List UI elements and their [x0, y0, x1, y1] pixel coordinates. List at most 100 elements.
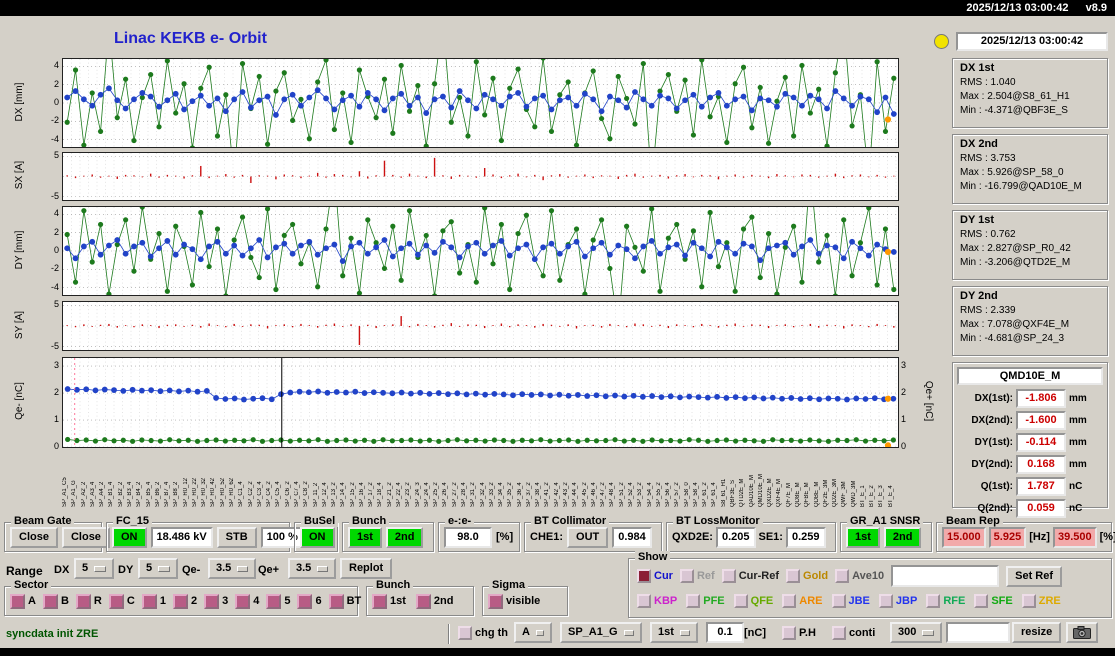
replot-button[interactable]: Replot	[340, 558, 393, 579]
ref-file-input[interactable]	[891, 565, 1000, 587]
bpm-label: SP_C3_4	[256, 481, 263, 507]
show-checkbox-ave10[interactable]: Ave10	[835, 569, 884, 583]
show-checkbox-qfe[interactable]: QFE	[733, 594, 774, 608]
sector-toggle-a[interactable]: A	[10, 593, 36, 609]
show-checkbox-sfe[interactable]: SFE	[974, 594, 1013, 608]
se1-label: SE1:	[758, 531, 783, 543]
show-checkbox-gold[interactable]: Gold	[786, 569, 828, 583]
sector-toggle-c[interactable]: C	[108, 593, 135, 609]
show-checkbox-cur-ref[interactable]: Cur-Ref	[721, 569, 779, 583]
chg-th-checkbox[interactable]: chg th	[458, 626, 508, 640]
interval-select[interactable]: 300	[890, 622, 942, 643]
row-value: 0.059	[1016, 499, 1066, 518]
set-ref-button[interactable]: Set Ref	[1006, 565, 1063, 587]
bunch-1st-button[interactable]: 1st	[348, 526, 382, 548]
range-dx-select[interactable]: 5	[74, 558, 114, 579]
sector-toggle-b[interactable]: B	[42, 593, 69, 609]
checkbox-indicator	[721, 569, 736, 583]
bunch-select[interactable]: 1st	[650, 622, 698, 643]
bpm-label: SP_17_2	[368, 482, 375, 507]
bpm-label: SP_33_2	[488, 482, 495, 507]
toggle-indicator	[415, 593, 431, 609]
sy-steering-chart: 5 -5	[51, 299, 899, 351]
dy-plot	[63, 207, 898, 295]
beam-rep-group: Beam Rep 15.000 5.925 [Hz] 39.500 [%]	[936, 515, 1115, 552]
row-unit: mm	[1069, 459, 1087, 470]
sector-select[interactable]: A	[514, 622, 552, 643]
sector-toggle-4[interactable]: 4	[235, 593, 259, 609]
bunch-toggle-2nd[interactable]: 2nd	[415, 593, 453, 609]
bpm-label: SP_24_4	[423, 482, 430, 507]
show-checkbox-ref[interactable]: Ref	[679, 569, 715, 583]
bpm-label: SP_37_2	[525, 482, 532, 507]
busel-on-button[interactable]: ON	[300, 526, 335, 548]
ph-checkbox[interactable]: P.H	[782, 626, 816, 640]
beam-gate-close-2-button[interactable]: Close	[61, 526, 110, 548]
show-checkbox-pfe[interactable]: PFE	[686, 594, 725, 608]
sector-toggle-3[interactable]: 3	[204, 593, 228, 609]
bpm-label: SP_43_2	[563, 482, 569, 507]
beam-rep-pct-unit: [%]	[1099, 531, 1115, 543]
ee-ratio-unit: [%]	[496, 531, 514, 543]
show-checkbox-are[interactable]: ARE	[782, 594, 823, 608]
bunch-toggle-1st[interactable]: 1st	[372, 593, 406, 609]
bpm-label: QWF_3M	[841, 481, 848, 507]
bpm-label: SP_A2_2	[80, 481, 87, 507]
sigma-visible-toggle[interactable]: visible	[488, 593, 540, 609]
bpm-label: SP_R0_12	[182, 477, 189, 507]
threshold-unit: [nC]	[744, 627, 766, 639]
sector-toggle-bt[interactable]: BT	[328, 593, 361, 609]
bunch-select-value: 1st	[658, 626, 674, 638]
che1-out-button[interactable]: OUT	[567, 526, 609, 548]
bpm-label: SP_57_2	[674, 482, 681, 507]
range-dy-select[interactable]: 5	[138, 558, 178, 579]
range-qem-select[interactable]: 3.5	[208, 558, 256, 579]
show-checkbox-kbp[interactable]: KBP	[637, 594, 677, 608]
bpm-label: SP_32_4	[479, 482, 486, 507]
conti-checkbox[interactable]: conti	[832, 626, 875, 640]
sector-toggle-2[interactable]: 2	[172, 593, 197, 609]
show-checkbox-jbp[interactable]: JBP	[878, 594, 917, 608]
gr-snsr-1st-button[interactable]: 1st	[846, 526, 880, 548]
threshold-input[interactable]: 0.1	[706, 622, 744, 643]
option-menu-indicator	[317, 565, 328, 572]
gr-snsr-2nd-button[interactable]: 2nd	[883, 526, 922, 548]
fc15-on-button[interactable]: ON	[112, 526, 147, 548]
sector-toggle-1[interactable]: 1	[141, 593, 166, 609]
bpm-label: S8_61_H1	[720, 478, 727, 507]
checkbox-indicator	[831, 594, 846, 608]
sector-toggle-5[interactable]: 5	[266, 593, 290, 609]
bpm-label: SP_C1_4	[238, 481, 245, 507]
show-checkbox-label: QFE	[750, 595, 774, 607]
bpm-label: QDBE_M	[813, 481, 820, 507]
bunch-2nd-button[interactable]: 2nd	[385, 526, 424, 548]
beam-gate-close-1-button[interactable]: Close	[10, 526, 58, 548]
show-checkbox-zre[interactable]: ZRE	[1021, 594, 1061, 608]
stats-group-title: DY 1st	[960, 214, 995, 226]
titlebar-version: v8.9	[1085, 2, 1107, 14]
bpm-label: QMD10E_M	[757, 473, 764, 507]
show-checkbox-cur[interactable]: Cur	[637, 569, 673, 583]
show-checkbox-rfe[interactable]: RFE	[926, 594, 965, 608]
option-menu-indicator	[623, 629, 634, 636]
range-qep-select[interactable]: 3.5	[288, 558, 336, 579]
bpm-label: SP_45_2	[581, 482, 588, 507]
bpm-label: SP_A1_G	[71, 480, 78, 507]
sector-toggle-6[interactable]: 6	[297, 593, 322, 609]
row-unit: mm	[1069, 437, 1087, 448]
stats-group-title: DX 2nd	[960, 138, 998, 150]
screenshot-button[interactable]	[1066, 622, 1098, 643]
axis-tick: 3	[901, 360, 907, 371]
fc15-stb-button[interactable]: STB	[216, 526, 257, 548]
sy-plot	[63, 302, 898, 350]
page-title: Linac KEKB e- Orbit	[114, 30, 267, 47]
show-checkbox-jbe[interactable]: JBE	[831, 594, 870, 608]
aux-input[interactable]	[946, 622, 1010, 643]
checkbox-indicator	[637, 569, 651, 583]
sector-toggle-label: A	[28, 595, 36, 607]
row-unit: nC	[1069, 503, 1083, 514]
resize-button[interactable]: resize	[1012, 622, 1062, 643]
bpm-select[interactable]: SP_A1_G	[560, 622, 642, 643]
range-dx-value: 5	[82, 562, 89, 574]
sector-toggle-r[interactable]: R	[75, 593, 102, 609]
